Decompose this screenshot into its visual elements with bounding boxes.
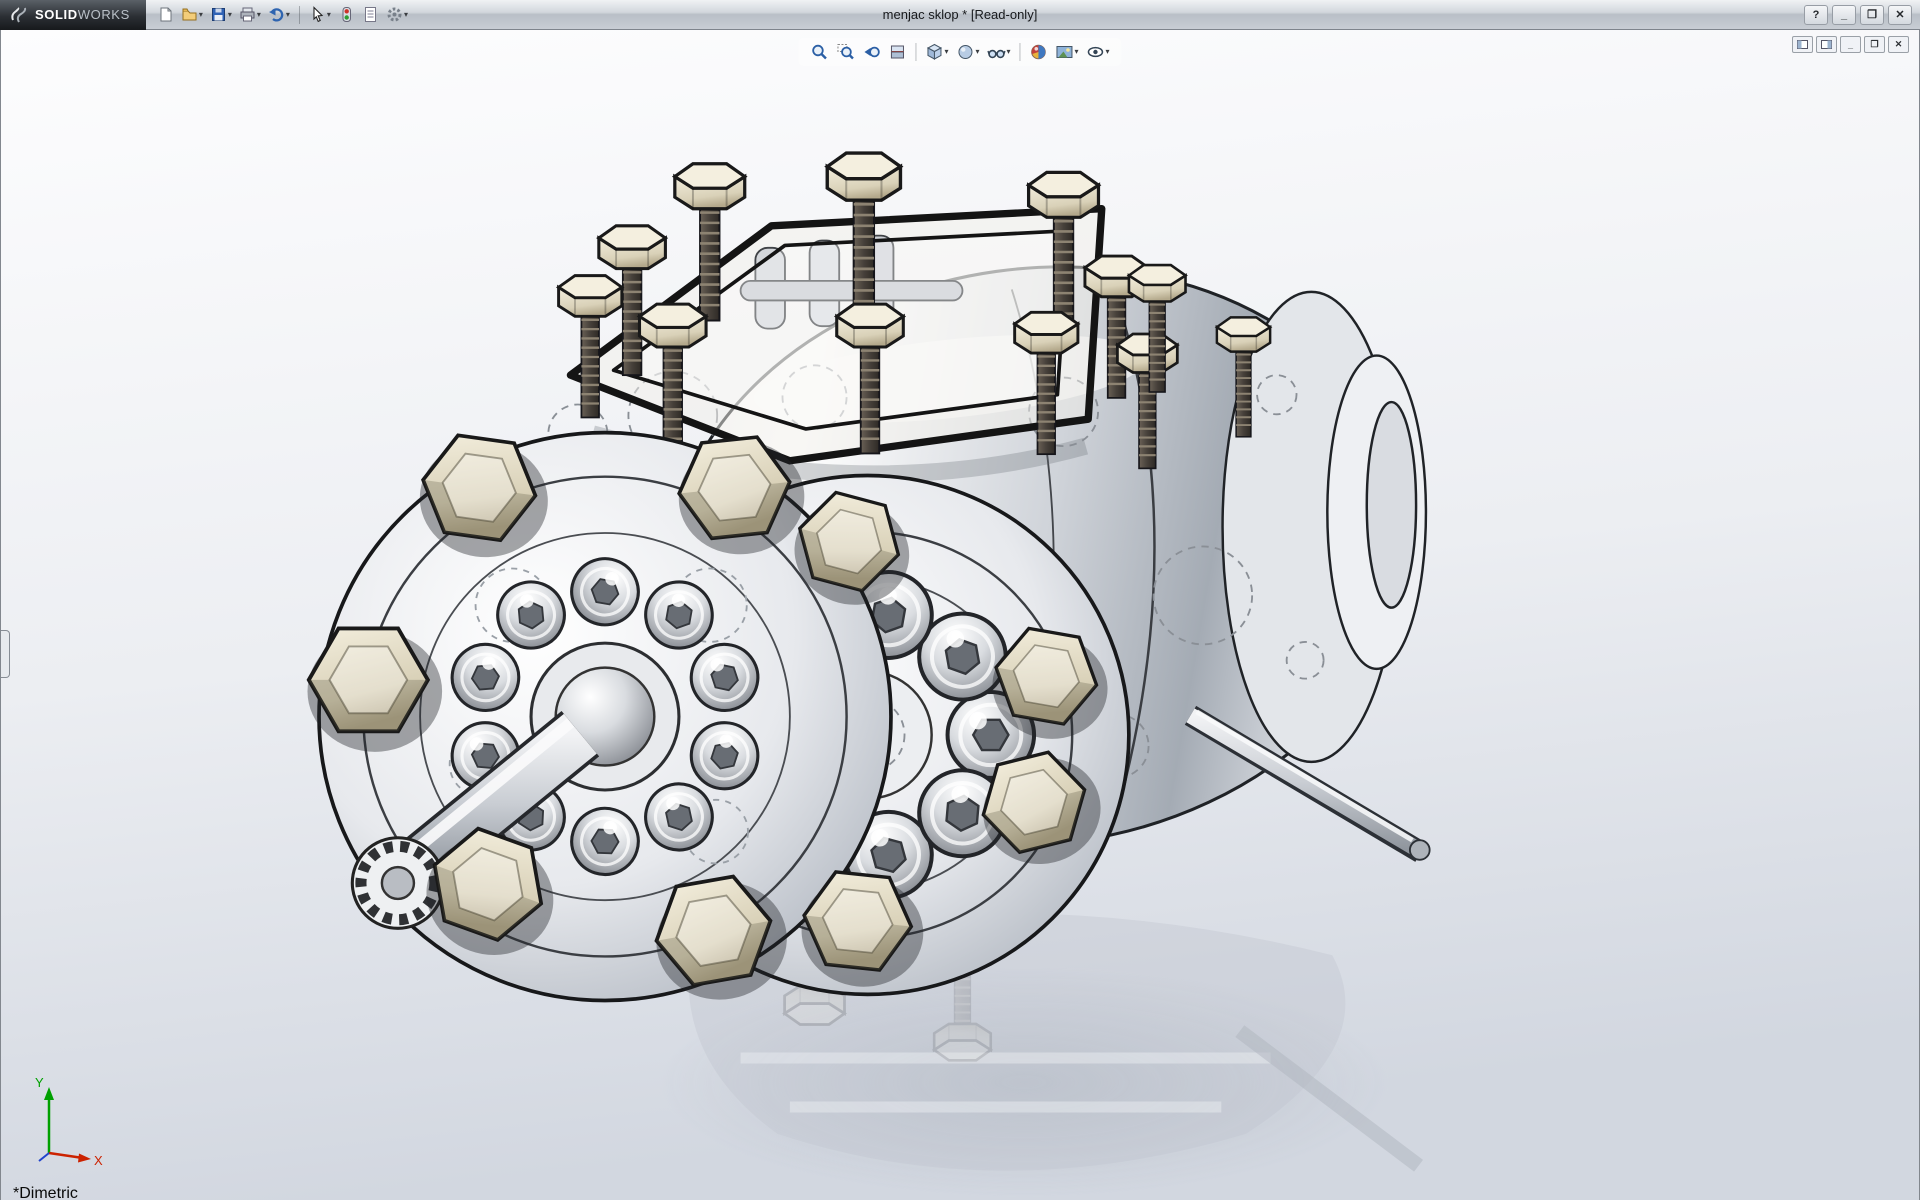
previous-view-icon [862,43,880,61]
print-icon [239,6,256,23]
select-cursor-icon [309,6,326,23]
pane-split-left-button[interactable] [1792,36,1813,53]
triad-y-label: Y [35,1075,44,1090]
rebuild-icon [338,6,355,23]
document-minimize-button[interactable]: _ [1840,36,1861,53]
triad-x-axis [49,1153,83,1158]
titlebar: SOLIDWORKS ▾ ▾ ▾ [0,0,1920,30]
close-button[interactable]: ✕ [1888,5,1912,25]
triad-z-axis [39,1153,49,1161]
save-dropdown[interactable]: ▾ [228,11,232,19]
orientation-label: *Dimetric [13,1185,78,1200]
zoom-to-fit-button[interactable] [807,41,831,63]
zoom-to-area-icon [836,43,854,61]
gearbox-3d-model [1,30,1919,1200]
new-document-button[interactable] [154,3,177,27]
document-restore-button[interactable]: ❐ [1864,36,1885,53]
window-controls: ? _ ❐ ✕ [1804,5,1920,25]
view-orientation-cube-icon [925,43,943,61]
minimize-button[interactable]: _ [1832,5,1856,25]
display-style-icon [956,43,974,61]
section-view-button[interactable] [885,41,909,63]
hide-show-dropdown[interactable]: ▾ [1006,48,1010,56]
document-window-controls: _ ❐ ✕ [1792,36,1909,53]
edit-appearance-ball-icon [1030,43,1048,61]
hide-show-items-button[interactable]: ▾ [984,41,1013,63]
view-orientation-dropdown[interactable]: ▾ [944,48,948,56]
pane-split-right-button[interactable] [1816,36,1837,53]
new-document-icon [157,6,174,23]
display-style-button[interactable]: ▾ [953,41,982,63]
hide-show-eyeglasses-icon [987,43,1005,61]
toolbar-separator [1020,43,1021,61]
view-settings-eye-icon [1087,43,1105,61]
featuremanager-collapsed-tab[interactable] [1,630,10,678]
view-settings-dropdown[interactable]: ▾ [1106,48,1110,56]
graphics-viewport[interactable]: ▾ ▾ ▾ ▾ [0,30,1920,1200]
restore-button[interactable]: ❐ [1860,5,1884,25]
undo-icon [268,6,285,23]
section-view-icon [888,43,906,61]
view-orientation-button[interactable]: ▾ [922,41,951,63]
edit-appearance-button[interactable] [1027,41,1051,63]
select-dropdown[interactable]: ▾ [327,11,331,19]
triad-x-label: X [94,1153,103,1167]
select-button[interactable]: ▾ [306,3,334,27]
solidworks-logo-icon [10,7,28,23]
zoom-to-fit-icon [810,43,828,61]
solidworks-logo: SOLIDWORKS [0,0,146,30]
view-settings-button[interactable]: ▾ [1084,41,1113,63]
options-button[interactable]: ▾ [383,3,411,27]
app-name: SOLIDWORKS [35,7,130,22]
toolbar-separator [915,43,916,61]
options-gear-icon [386,6,403,23]
open-button[interactable]: ▾ [178,3,206,27]
rebuild-button[interactable] [335,3,358,27]
previous-view-button[interactable] [859,41,883,63]
open-dropdown[interactable]: ▾ [199,11,203,19]
save-icon [210,6,227,23]
toolbar-separator [299,6,300,24]
display-style-dropdown[interactable]: ▾ [975,48,979,56]
heads-up-view-toolbar: ▾ ▾ ▾ ▾ [798,38,1121,66]
help-button[interactable]: ? [1804,5,1828,25]
pane-split-right-icon [1821,40,1832,49]
open-icon [181,6,198,23]
apply-scene-button[interactable]: ▾ [1053,41,1082,63]
apply-scene-icon [1056,43,1074,61]
save-button[interactable]: ▾ [207,3,235,27]
apply-scene-dropdown[interactable]: ▾ [1075,48,1079,56]
document-close-button[interactable]: ✕ [1888,36,1909,53]
quick-access-toolbar: ▾ ▾ ▾ ▾ ▾ [146,3,419,27]
file-properties-icon [362,6,379,23]
undo-dropdown[interactable]: ▾ [286,11,290,19]
reference-triad: Y X [25,1075,109,1172]
options-dropdown[interactable]: ▾ [404,11,408,19]
pane-split-left-icon [1797,40,1808,49]
file-properties-button[interactable] [359,3,382,27]
zoom-to-area-button[interactable] [833,41,857,63]
undo-button[interactable]: ▾ [265,3,293,27]
print-dropdown[interactable]: ▾ [257,11,261,19]
window-title: menjac sklop * [Read-only] [883,7,1038,22]
print-button[interactable]: ▾ [236,3,264,27]
